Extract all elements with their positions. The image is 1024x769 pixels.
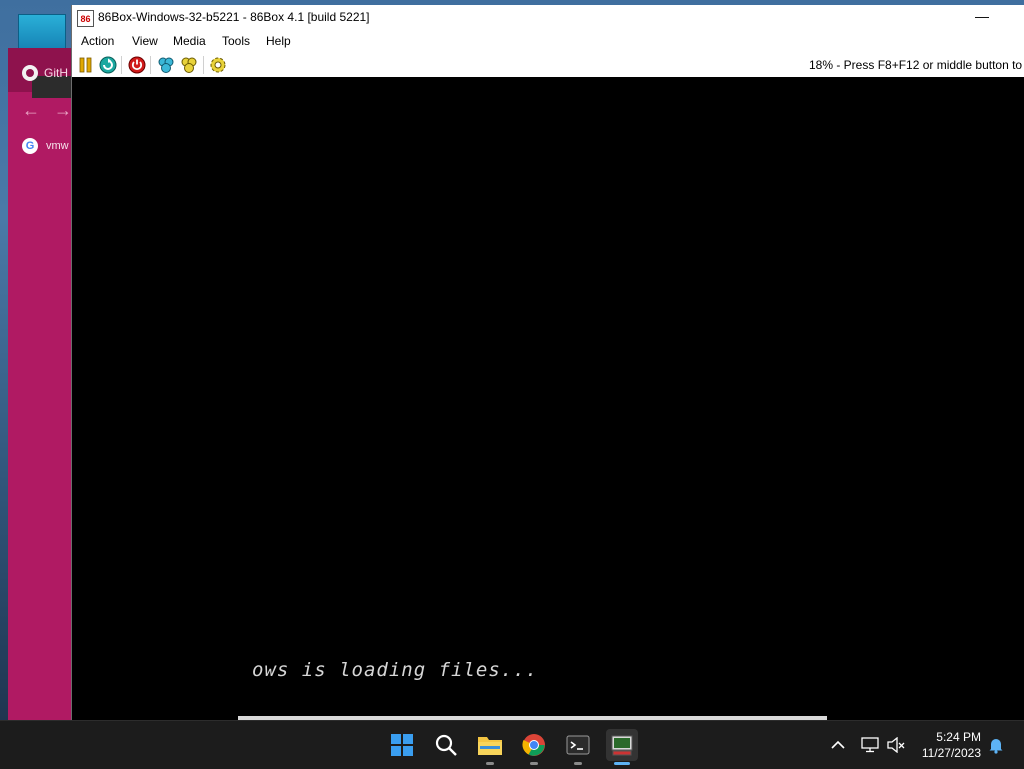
settings-icon[interactable] (209, 56, 227, 74)
window-title: 86Box-Windows-32-b5221 - 86Box 4.1 [buil… (98, 10, 370, 24)
menu-media[interactable]: Media (173, 34, 206, 48)
toolbar-separator (203, 56, 204, 74)
start-icon[interactable] (386, 729, 418, 761)
notification-bell-icon[interactable] (986, 735, 1006, 755)
86box-icon[interactable] (606, 729, 638, 765)
volume-muted-icon[interactable] (886, 735, 906, 755)
ctrl-alt-del-icon[interactable] (157, 56, 175, 74)
power-off-icon[interactable] (128, 56, 146, 74)
bookmark-label: vmw (46, 140, 69, 152)
toolbar-separator (121, 56, 122, 74)
menu-bar: Action View Media Tools Help (72, 30, 1024, 52)
title-bar[interactable]: 86 86Box-Windows-32-b5221 - 86Box 4.1 [b… (72, 5, 1024, 30)
desktop-shortcut-icon[interactable] (18, 14, 66, 50)
chevron-up-icon[interactable] (828, 735, 848, 755)
bookmark-item[interactable]: G vmw (22, 138, 69, 154)
minimize-button[interactable]: — (970, 7, 994, 27)
menu-view[interactable]: View (132, 34, 158, 48)
file-explorer-icon[interactable] (474, 729, 506, 765)
github-icon (22, 65, 38, 81)
app-running-indicator (486, 762, 494, 765)
toolbar-separator (150, 56, 151, 74)
emulator-window[interactable]: 86 86Box-Windows-32-b5221 - 86Box 4.1 [b… (71, 5, 1024, 720)
pause-icon[interactable] (77, 56, 95, 74)
chrome-icon[interactable] (518, 729, 550, 765)
menu-action[interactable]: Action (81, 34, 114, 48)
clock-time[interactable]: 5:24 PM (912, 730, 981, 744)
menu-help[interactable]: Help (266, 34, 291, 48)
google-icon: G (22, 138, 38, 154)
ctrl-alt-esc-icon[interactable] (180, 56, 198, 74)
status-text: 18% - Press F8+F12 or middle button to r (809, 58, 1024, 72)
app-running-indicator (530, 762, 538, 765)
console-text: ows is loading files... (252, 659, 539, 681)
background-browser-window[interactable]: GitH ← → G vmw (8, 48, 80, 720)
clock-date[interactable]: 11/27/2023 (912, 746, 981, 760)
emulated-screen[interactable]: ows is loading files... (72, 77, 1024, 720)
browser-tab-label: GitH (44, 66, 68, 80)
menu-tools[interactable]: Tools (222, 34, 250, 48)
taskbar: 5:24 PM 11/27/2023 (0, 720, 1024, 769)
forward-arrow-icon[interactable]: → (54, 100, 72, 121)
reset-icon[interactable] (99, 56, 117, 74)
terminal-icon[interactable] (562, 729, 594, 765)
network-icon[interactable] (860, 735, 880, 755)
browser-tab-github[interactable]: GitH (22, 62, 68, 84)
app-running-indicator (574, 762, 582, 765)
toolbar: 18% - Press F8+F12 or middle button to r (72, 52, 1024, 78)
back-arrow-icon[interactable]: ← (22, 100, 40, 121)
search-icon[interactable] (430, 729, 462, 761)
86box-app-icon[interactable]: 86 (77, 10, 94, 27)
app-active-indicator (614, 762, 630, 765)
